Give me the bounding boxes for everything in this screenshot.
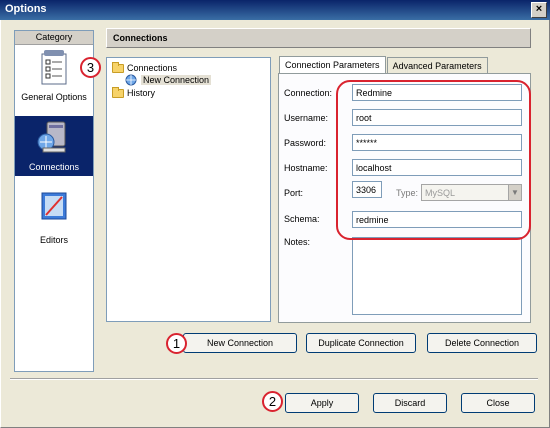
connection-label: Connection:: [284, 88, 333, 98]
tab-advanced-parameters[interactable]: Advanced Parameters: [386, 57, 488, 73]
type-select: MySQL ▼: [421, 184, 522, 201]
duplicate-connection-button[interactable]: Duplicate Connection: [306, 333, 416, 353]
section-title: Connections: [106, 28, 531, 48]
close-button[interactable]: Close: [461, 393, 535, 413]
category-item-editors[interactable]: Editors: [15, 189, 93, 249]
username-label: Username:: [284, 113, 329, 123]
checklist-icon: [41, 50, 67, 85]
port-label: Port:: [284, 188, 304, 198]
password-label: Password:: [284, 138, 327, 148]
notes-label: Notes:: [284, 237, 311, 247]
tree-item-label: History: [127, 88, 156, 98]
tree-item-label: New Connection: [141, 75, 212, 85]
editor-icon: [41, 192, 67, 220]
category-item-general-options[interactable]: General Options: [15, 46, 93, 106]
connections-tree[interactable]: Connections New Connection History: [106, 57, 271, 322]
tree-item-history[interactable]: History: [112, 86, 156, 99]
type-select-value: MySQL: [425, 188, 456, 198]
discard-button[interactable]: Discard: [373, 393, 447, 413]
type-label: Type:: [396, 188, 419, 198]
tree-item-new-connection[interactable]: New Connection: [125, 74, 212, 86]
notes-textarea[interactable]: [352, 237, 522, 315]
close-window-button[interactable]: ×: [531, 2, 547, 18]
delete-connection-button[interactable]: Delete Connection: [427, 333, 537, 353]
annotation-marker-3: 3: [80, 57, 101, 78]
connection-name-input[interactable]: Redmine: [352, 84, 522, 101]
title-bar: Options ×: [0, 0, 550, 20]
apply-button[interactable]: Apply: [285, 393, 359, 413]
category-label: Editors: [39, 235, 68, 245]
tab-connection-parameters[interactable]: Connection Parameters: [279, 56, 386, 74]
window-title: Options: [5, 3, 47, 15]
password-input[interactable]: ******: [352, 134, 522, 151]
hostname-label: Hostname:: [284, 163, 328, 173]
port-input[interactable]: 3306: [352, 181, 382, 198]
tree-item-connections[interactable]: Connections: [112, 61, 178, 74]
folder-icon: [112, 61, 124, 73]
annotation-marker-2: 2: [262, 391, 283, 412]
database-connection-icon: [37, 121, 66, 153]
category-label: Connections: [28, 162, 80, 172]
new-connection-button[interactable]: New Connection: [183, 333, 297, 353]
category-item-connections[interactable]: Connections: [15, 116, 93, 176]
annotation-marker-1: 1: [166, 333, 187, 354]
tab-strip: Connection Parameters Advanced Parameter…: [279, 56, 489, 74]
schema-label: Schema:: [284, 214, 320, 224]
schema-input[interactable]: redmine: [352, 211, 522, 228]
folder-icon: [112, 86, 124, 98]
category-header: Category: [15, 31, 93, 45]
chevron-down-icon: ▼: [508, 185, 521, 200]
connection-icon: [125, 74, 137, 86]
category-panel: Category General Options Connections Edi…: [14, 30, 94, 372]
separator: [10, 378, 538, 380]
category-label: General Options: [21, 92, 87, 102]
tree-item-label: Connections: [127, 63, 178, 73]
username-input[interactable]: root: [352, 109, 522, 126]
hostname-input[interactable]: localhost: [352, 159, 522, 176]
